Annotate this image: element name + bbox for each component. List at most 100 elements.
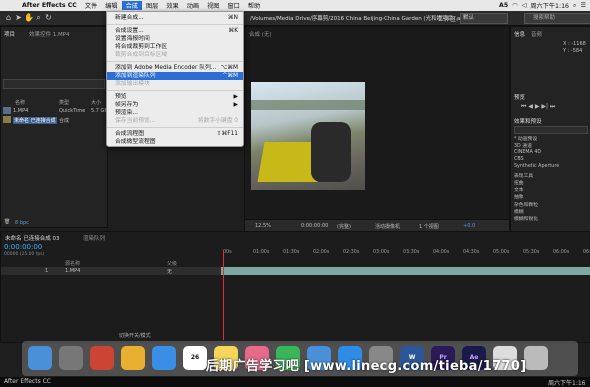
menu-item-shortcut: ⇧⌘F11 <box>216 131 238 137</box>
list-item[interactable]: 1.MP4 QuickTime 5.7 GB <box>3 107 108 115</box>
menu-composition[interactable]: 合成 <box>121 1 142 10</box>
preview-controls[interactable]: ⏮ ◀ ▶ ▶| ⏭ <box>521 103 555 111</box>
effects-list-item[interactable]: CBS <box>514 157 524 162</box>
effects-list-item[interactable]: Synthetic Aperture <box>514 164 559 169</box>
menu-separator <box>107 90 243 91</box>
effects-list-item[interactable]: 3D 通道 <box>514 142 532 149</box>
selection-tool-icon[interactable]: ➤ <box>14 13 23 22</box>
app-menu[interactable]: After Effects CC <box>18 2 81 9</box>
menu-help[interactable]: 帮助 <box>244 1 264 10</box>
camera-select[interactable]: 活动摄像机 <box>375 223 400 230</box>
menu-view[interactable]: 视图 <box>203 1 223 10</box>
workspace-select[interactable]: 默认 <box>460 13 508 24</box>
views-select[interactable]: 1 个视图 <box>419 223 439 230</box>
ruler-tick-label: 01:30s <box>283 250 300 255</box>
audio-tab[interactable]: 音频 <box>531 30 542 38</box>
effects-search-input[interactable] <box>514 126 588 134</box>
effects-tab[interactable]: 效果和预设 <box>514 117 542 125</box>
menu-item[interactable]: 合成微型流程图 <box>107 138 243 146</box>
menubar-clock[interactable]: 周六下午1:16 <box>530 1 569 10</box>
effect-controls-tab[interactable]: 效果控件 1.MP4 <box>29 30 70 38</box>
trash-icon[interactable]: 🗑 <box>4 219 10 225</box>
effects-list-item[interactable]: 杂色和颗粒 <box>514 201 538 208</box>
calendar-icon[interactable]: 26 <box>183 346 207 370</box>
volume-icon[interactable]: ◁ <box>522 2 527 9</box>
menu-item[interactable]: 合成流程图 ⇧⌘F11 <box>107 130 243 138</box>
current-time[interactable]: 0:00:00:00 <box>4 243 42 251</box>
menu-layer[interactable]: 图层 <box>142 1 162 10</box>
menu-separator <box>107 61 243 62</box>
launchpad-icon[interactable] <box>59 346 83 370</box>
menu-item[interactable]: 添加到渲染队列 ^⌘M <box>107 72 243 80</box>
effects-list-item[interactable]: 抽象 <box>514 193 524 200</box>
info-panel: 信息 音频 X : -1168 Y : -584 预览 ⏮ ◀ ▶ ▶| ⏭ 效… <box>510 26 590 232</box>
resolution-select[interactable]: (完整) <box>337 223 351 230</box>
parent-select[interactable]: 无 <box>167 268 172 275</box>
composition-icon <box>3 116 11 123</box>
menu-window[interactable]: 窗口 <box>223 1 243 10</box>
menu-item[interactable]: 添加到 Adobe Media Encoder 队列... ⌥⌘M <box>107 64 243 72</box>
menu-animation[interactable]: 动画 <box>183 1 203 10</box>
preview-tab[interactable]: 预览 <box>514 93 525 101</box>
status-adobe-icon[interactable]: A5 <box>499 2 508 9</box>
hand-tool-icon[interactable]: ✋ <box>24 13 34 22</box>
effects-list-item[interactable]: * 动画预设 <box>514 135 537 142</box>
layer-name: 1.MP4 <box>65 268 81 274</box>
project-search-input[interactable] <box>3 79 105 89</box>
menu-item[interactable]: 将合成裁剪到工作区 <box>107 43 243 51</box>
effects-list-item[interactable]: 模糊 <box>514 208 524 215</box>
playhead[interactable] <box>223 250 224 340</box>
rotate-tool-icon[interactable]: ↻ <box>44 13 53 22</box>
chrome-icon[interactable] <box>121 346 145 370</box>
effects-list-item[interactable]: CINEMA 4D <box>514 150 541 155</box>
trash-icon[interactable] <box>524 346 548 370</box>
ruler-tick-label: 03:30s <box>403 250 420 255</box>
menu-item[interactable]: 帧另存为 ▶ <box>107 101 243 109</box>
footage-frame[interactable] <box>251 82 365 190</box>
menu-item[interactable]: 新建合成... ⌘N <box>107 14 243 22</box>
viewer-timecode[interactable]: 0:00:00:00 <box>301 223 328 229</box>
menu-item: 裁剪合成到目标区域 <box>107 51 243 59</box>
switch-mode-label[interactable]: 切换开关/模式 <box>119 332 151 339</box>
app-icon[interactable] <box>90 346 114 370</box>
timeline-comp-tab[interactable]: 未命名 已连接合成 03 <box>5 234 60 242</box>
composition-menu: 新建合成... ⌘N 合成设置... ⌘K 设置海报时间 将合成裁剪到工作区 裁剪合成到目标… <box>106 11 244 147</box>
list-item[interactable]: 未命名 已连接合成 合成 <box>3 116 105 124</box>
item-type: QuickTime <box>59 108 86 114</box>
safari-icon[interactable] <box>152 346 176 370</box>
bottom-bar: After Effects CC 周六下午1:16 <box>0 377 590 387</box>
bpc-label[interactable]: 8 bpc <box>15 220 29 226</box>
zoom-tool-icon[interactable]: ⌕ <box>34 13 43 22</box>
notification-icon[interactable]: ☰ <box>580 2 586 9</box>
effects-list-item[interactable]: 表现工具 <box>514 172 533 179</box>
home-icon[interactable]: ⌂ <box>4 13 13 22</box>
menu-item-label: 帧另存为 <box>115 102 139 108</box>
menu-item[interactable]: 合成设置... ⌘K <box>107 27 243 35</box>
menu-item[interactable]: 设置海报时间 <box>107 35 243 43</box>
wifi-icon[interactable]: ◠ <box>512 2 517 9</box>
item-type: 合成 <box>59 118 70 124</box>
menu-item-shortcut: ^⌘M <box>222 73 238 79</box>
project-tab[interactable]: 项目 <box>4 30 15 38</box>
effects-list-item[interactable]: 文本 <box>514 186 524 193</box>
ruler-tick-label: 05:30s <box>523 250 540 255</box>
search-help-input[interactable]: 搜索帮助 <box>524 13 590 24</box>
watermark: 后期广告学习吧 [www.linecg.com/tieba/1770] <box>206 359 527 374</box>
timeline-layer-row[interactable]: 1 1.MP4 无 <box>1 267 221 275</box>
menu-file[interactable]: 文件 <box>81 1 101 10</box>
exposure-value[interactable]: +0.0 <box>463 223 475 229</box>
effects-list-item[interactable]: 扭曲 <box>514 179 524 186</box>
layer-bar[interactable] <box>221 267 590 275</box>
menu-item[interactable]: 预览 ▶ <box>107 93 243 101</box>
spotlight-icon[interactable]: ⌕ <box>573 2 576 10</box>
time-ruler[interactable]: 00s 01:00s 01:30s 02:00s 02:30s 03:00s 03:30s 0… <box>223 250 590 258</box>
menu-effect[interactable]: 效果 <box>162 1 182 10</box>
viewer-tab[interactable]: 合成 (无) <box>249 30 272 38</box>
finder-icon[interactable] <box>28 346 52 370</box>
menu-edit[interactable]: 编辑 <box>101 1 121 10</box>
render-queue-tab[interactable]: 渲染队列 <box>83 234 105 242</box>
info-tab[interactable]: 信息 <box>514 30 525 38</box>
effects-list-item[interactable]: 模糊和锐化 <box>514 215 538 222</box>
menu-item[interactable]: 预渲染... <box>107 109 243 117</box>
zoom-select[interactable]: 12.5% <box>255 223 271 229</box>
